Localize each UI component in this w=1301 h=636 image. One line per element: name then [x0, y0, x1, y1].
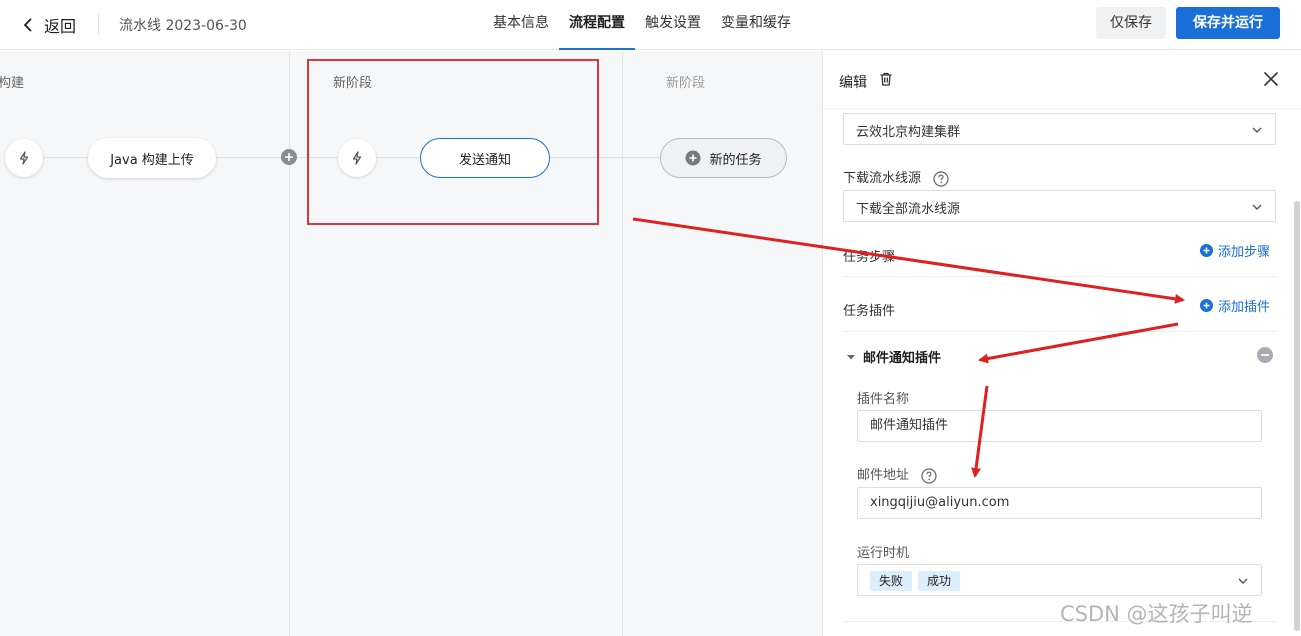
task-plugins-label: 任务插件 [843, 304, 896, 319]
stage-title: 新阶段 [666, 76, 706, 91]
help-icon[interactable] [921, 467, 937, 484]
help-icon[interactable] [933, 170, 949, 187]
chevron-down-icon [1252, 204, 1262, 210]
panel-scrollbar[interactable] [1294, 201, 1300, 631]
trigger-node[interactable] [5, 139, 43, 177]
tag-list: 失败 成功 [870, 571, 966, 591]
plus-circle-icon [1200, 244, 1213, 257]
save-only-button[interactable]: 仅保存 [1096, 7, 1166, 39]
build-cluster-select[interactable]: 云效北京构建集群 [843, 113, 1276, 145]
job-java-build[interactable]: Java 构建上传 [88, 138, 216, 178]
chevron-down-icon [1252, 127, 1262, 133]
plugin-name-input[interactable]: 邮件通知插件 [857, 410, 1262, 442]
chevron-left-icon [24, 18, 32, 32]
tag-failure[interactable]: 失败 [870, 571, 913, 591]
section-divider [843, 331, 1276, 332]
plugin-collapse-toggle[interactable]: 邮件通知插件 [847, 347, 941, 366]
add-step-label: 添加步骤 [1218, 245, 1271, 260]
plus-circle-icon [1200, 299, 1213, 312]
panel-header: 编辑 [823, 51, 1301, 109]
back-label: 返回 [44, 17, 77, 36]
back-button[interactable]: 返回 [20, 13, 76, 37]
tab-variables-cache[interactable]: 变量和缓存 [711, 0, 801, 50]
section-divider [843, 276, 1276, 277]
plugin-title: 邮件通知插件 [863, 351, 942, 366]
new-job-button[interactable]: 新的任务 [660, 138, 787, 178]
email-label: 邮件地址 [857, 464, 937, 484]
header-divider [98, 14, 99, 34]
download-source-label: 下载流水线源 [843, 167, 949, 187]
select-value: 下载全部流水线源 [856, 202, 961, 217]
stage-title: 构建 [0, 76, 25, 91]
tab-basic-info[interactable]: 基本信息 [483, 0, 559, 50]
trash-icon[interactable] [878, 71, 894, 87]
add-plugin-label: 添加插件 [1218, 300, 1271, 315]
task-steps-label: 任务步骤 [843, 250, 896, 265]
tab-bar: 基本信息 流程配置 触发设置 变量和缓存 [483, 0, 801, 50]
close-icon[interactable] [1263, 71, 1279, 87]
tab-trigger-settings[interactable]: 触发设置 [635, 0, 711, 50]
annotation-highlight-box [307, 59, 599, 225]
job-label: 新的任务 [709, 152, 762, 168]
select-value: 云效北京构建集群 [856, 125, 961, 140]
lightning-icon [19, 151, 29, 165]
add-step-link[interactable]: 添加步骤 [1200, 241, 1270, 260]
pipeline-name: 流水线 2023-06-30 [119, 18, 247, 34]
remove-plugin-icon[interactable] [1257, 347, 1273, 363]
tab-flow-config[interactable]: 流程配置 [559, 0, 635, 50]
save-and-run-button[interactable]: 保存并运行 [1176, 7, 1280, 39]
label-text: 邮件地址 [857, 468, 910, 483]
plugin-name-label: 插件名称 [857, 392, 910, 407]
caret-down-icon [847, 354, 855, 359]
watermark: CSDN @这孩子叫逆 [1060, 602, 1253, 626]
download-source-select[interactable]: 下载全部流水线源 [843, 190, 1276, 222]
tag-success[interactable]: 成功 [918, 571, 961, 591]
add-plugin-link[interactable]: 添加插件 [1200, 296, 1270, 315]
pipeline-canvas: 构建 新阶段 新阶段 Java 构建上传 发送通知 新的任务 [0, 51, 822, 636]
email-input[interactable]: xingqijiu@aliyun.com [857, 487, 1262, 519]
plus-circle-icon [685, 150, 701, 166]
panel-title: 编辑 [839, 75, 867, 91]
run-timing-select[interactable]: 失败 成功 [857, 564, 1262, 596]
edit-panel: 编辑 云效北京构建集群 下载流水线源 下载全部流水线源 任务步骤 添加步骤 任务… [822, 51, 1301, 636]
add-stage-icon[interactable] [280, 148, 298, 166]
label-text: 下载流水线源 [843, 171, 922, 186]
chevron-down-icon [1238, 578, 1248, 584]
job-label: Java 构建上传 [110, 152, 194, 168]
run-timing-label: 运行时机 [857, 546, 910, 561]
top-bar: 返回 流水线 2023-06-30 基本信息 流程配置 触发设置 变量和缓存 仅… [0, 0, 1301, 50]
